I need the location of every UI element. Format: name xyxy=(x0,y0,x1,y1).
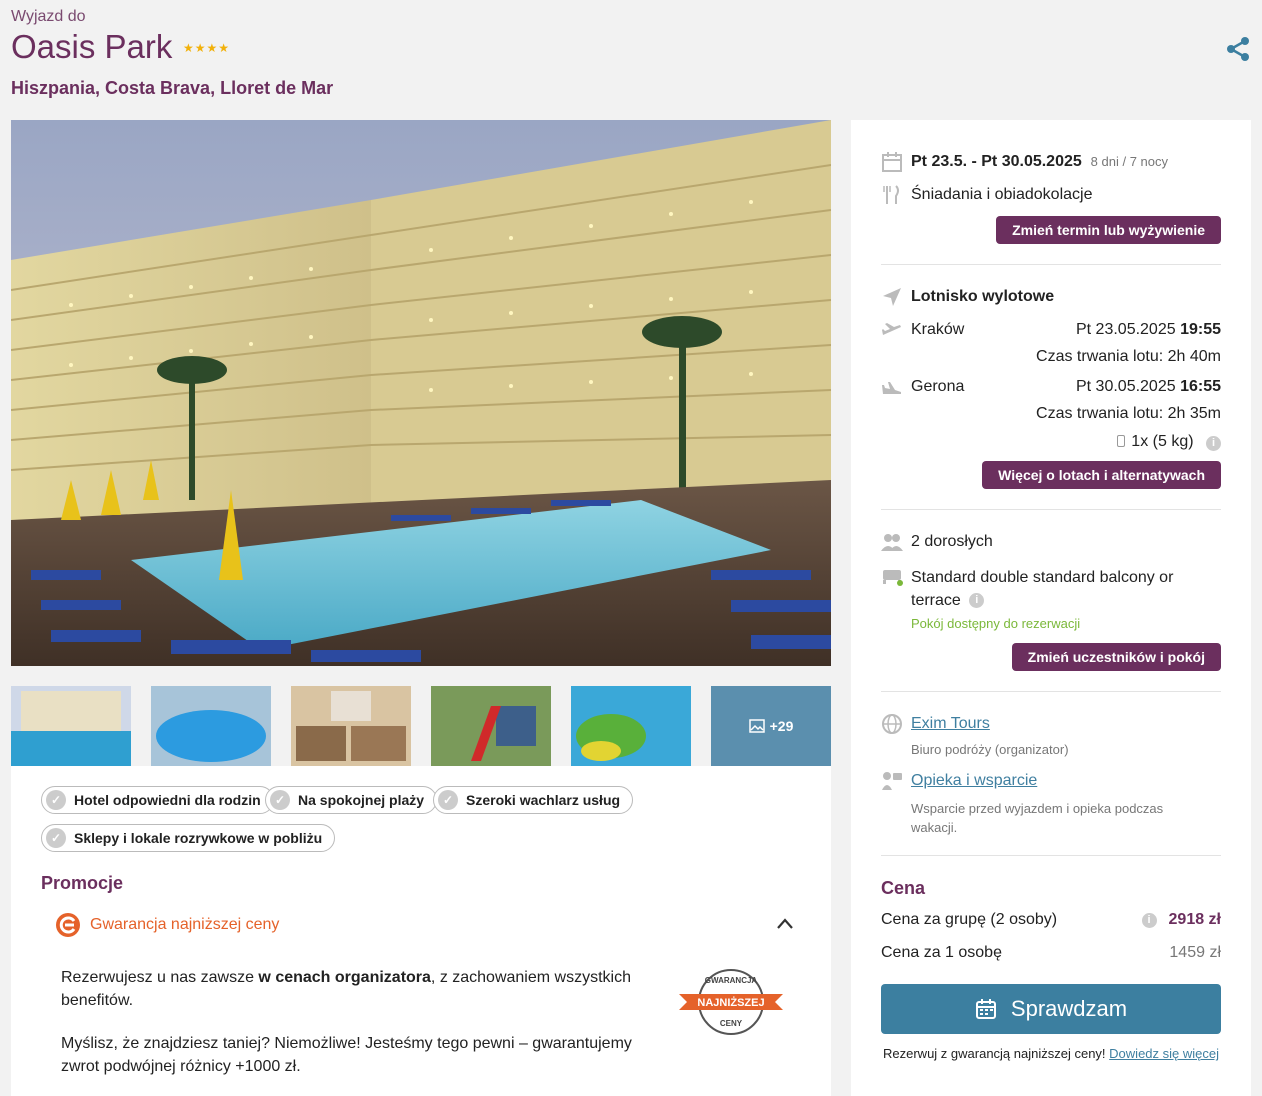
guests-count: 2 dorosłych xyxy=(911,533,993,550)
trip-duration: 8 dni / 7 nocy xyxy=(1090,154,1168,169)
globe-icon xyxy=(882,714,902,734)
lowest-price-badge: GWARANCJA NAJNIŻSZEJ CENY xyxy=(679,969,783,1035)
price-heading: Cena xyxy=(881,878,926,898)
gallery-icon xyxy=(748,719,765,733)
check-icon: ✓ xyxy=(438,790,458,810)
divider xyxy=(881,691,1221,692)
guarantee-paragraph-2: Myślisz, że znajdziesz taniej? Niemożliw… xyxy=(61,1035,632,1075)
hotel-title: Oasis Park xyxy=(11,28,173,65)
check-icon: ✓ xyxy=(46,828,66,848)
bed-icon xyxy=(883,570,903,586)
thumbnail-5[interactable] xyxy=(571,686,691,766)
trip-dates-row: Pt 23.5. - Pt 30.05.2025 8 dni / 7 nocy xyxy=(911,153,1168,171)
navigation-arrow-icon xyxy=(883,288,901,306)
left-content-panel: ✓ Hotel odpowiedni dla rodzin ✓ Na spokojn… xyxy=(11,766,831,1096)
svg-text:CENY: CENY xyxy=(720,1019,743,1028)
booking-panel: Pt 23.5. - Pt 30.05.2025 8 dni / 7 nocy … xyxy=(851,120,1251,1096)
info-icon[interactable]: i xyxy=(969,593,985,608)
feature-tag: ✓ Hotel odpowiedni dla rodzin xyxy=(41,786,274,814)
luggage-icon xyxy=(1117,435,1126,447)
trip-dates: Pt 23.5. - Pt 30.05.2025 xyxy=(911,153,1082,170)
eyebrow-label: Wyjazd do xyxy=(11,8,86,25)
organizer-description: Biuro podróży (organizator) xyxy=(911,742,1069,757)
support-icon xyxy=(882,772,902,790)
thumbnail-4[interactable] xyxy=(431,686,551,766)
divider xyxy=(881,264,1221,265)
calendar-icon xyxy=(975,999,996,1019)
page-header: Wyjazd do Oasis Park ★★★★ Hiszpania, Cos… xyxy=(11,8,1251,108)
board-type: Śniadania i obiadokolacje xyxy=(911,186,1093,203)
promotions-heading: Promocje xyxy=(41,873,124,893)
thumbnail-2[interactable] xyxy=(151,686,271,766)
divider xyxy=(881,509,1221,510)
svg-text:NAJNIŻSZEJ: NAJNIŻSZEJ xyxy=(697,996,764,1009)
info-icon[interactable]: i xyxy=(1141,913,1157,928)
return-city: Gerona xyxy=(911,378,965,395)
cutlery-icon xyxy=(883,185,899,204)
star-rating: ★★★★ xyxy=(183,41,231,55)
change-date-button[interactable]: Zmień termin lub wyżywienie xyxy=(996,216,1221,244)
outbound-flight-duration: Czas trwania lotu: 2h 40m xyxy=(1036,348,1221,365)
chevron-up-icon[interactable] xyxy=(775,914,795,934)
departure-airport-label: Lotnisko wylotowe xyxy=(911,288,1055,305)
learn-more-link[interactable]: Dowiedz się więcej xyxy=(1109,1046,1219,1061)
room-type: Standard double standard balcony or terr… xyxy=(911,569,1174,609)
return-datetime: Pt 30.05.2025 16:55 xyxy=(1075,378,1221,395)
svg-text:GWARANCJA: GWARANCJA xyxy=(705,976,758,985)
baggage-info: 1x (5 kg) i xyxy=(1117,433,1221,451)
guarantee-footer-note: Rezerwuj z gwarancją najniższej ceny! Do… xyxy=(883,1046,1219,1061)
person-price: 1459 zł xyxy=(1169,944,1221,961)
feature-tag: ✓ Szeroki wachlarz usług xyxy=(433,786,634,814)
group-price: 2918 zł xyxy=(1168,911,1221,928)
change-room-button[interactable]: Zmień uczestników i pokój xyxy=(1011,643,1221,671)
share-icon[interactable] xyxy=(1225,36,1251,62)
info-icon[interactable]: i xyxy=(1206,436,1221,451)
outbound-datetime: Pt 23.05.2025 19:55 xyxy=(1075,321,1221,338)
calendar-icon xyxy=(882,152,902,172)
guarantee-accordion-header[interactable]: Gwarancja najniższej ceny xyxy=(55,910,795,940)
organizer-link[interactable]: Exim Tours xyxy=(911,715,990,733)
group-price-row: i 2918 zł xyxy=(1141,911,1221,929)
feature-tag: ✓ Sklepy i lokale rozrywkowe w pobliżu xyxy=(41,824,336,852)
check-icon: ✓ xyxy=(270,790,290,810)
support-description: Wsparcie przed wyjazdem i opieka podczas… xyxy=(911,801,1164,835)
hotel-location: Hiszpania, Costa Brava, Lloret de Mar xyxy=(11,78,334,98)
support-link[interactable]: Opieka i wsparcie xyxy=(911,772,1037,790)
check-icon: ✓ xyxy=(46,790,66,810)
plane-takeoff-icon xyxy=(882,323,901,335)
feature-tag: ✓ Na spokojnej plaży xyxy=(265,786,438,814)
main-hotel-photo[interactable] xyxy=(11,120,831,666)
guarantee-logo-icon xyxy=(56,913,80,937)
people-icon xyxy=(881,534,903,551)
thumbnail-3[interactable] xyxy=(291,686,411,766)
guarantee-label: Gwarancja najniższej ceny xyxy=(90,916,280,933)
more-photos-count: +29 xyxy=(769,718,794,734)
return-flight-duration: Czas trwania lotu: 2h 35m xyxy=(1036,405,1221,422)
room-availability-status: Pokój dostępny do rezerwacji xyxy=(911,616,1081,631)
flights-more-button[interactable]: Więcej o lotach i alternatywach xyxy=(982,461,1221,489)
divider xyxy=(881,855,1221,856)
guarantee-paragraph-1: Rezerwujesz u nas zawsze w cenach organi… xyxy=(61,969,631,1009)
photo-thumbnails: +29 xyxy=(11,686,831,766)
cta-label: Sprawdzam xyxy=(1010,996,1128,1021)
plane-landing-icon xyxy=(882,382,901,394)
outbound-city: Kraków xyxy=(911,321,965,338)
thumbnail-1[interactable] xyxy=(11,686,131,766)
check-availability-button[interactable]: Sprawdzam xyxy=(881,984,1221,1034)
more-photos-button[interactable]: +29 xyxy=(711,686,831,766)
